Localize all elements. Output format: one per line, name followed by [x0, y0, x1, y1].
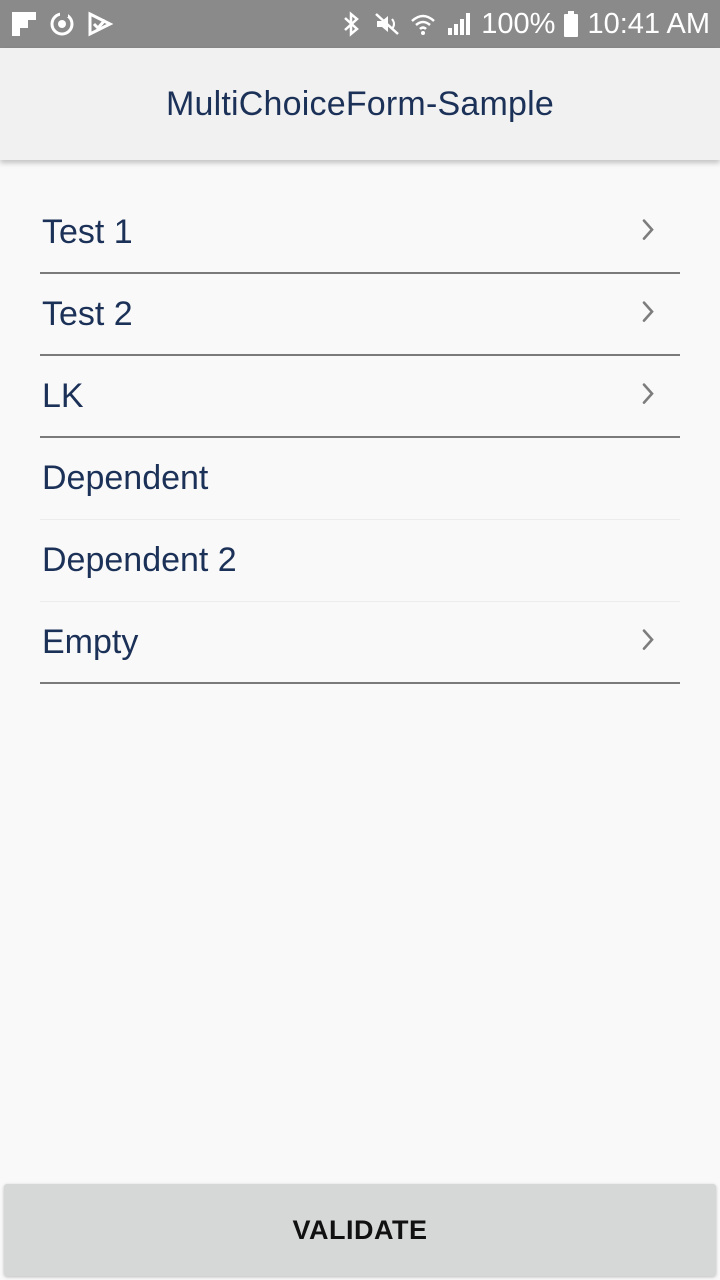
bluetooth-icon — [344, 11, 360, 37]
clock: 10:41 AM — [587, 7, 710, 40]
chevron-right-icon — [642, 629, 654, 650]
chevron-right-icon — [642, 383, 654, 404]
list-item-lk[interactable]: LK — [40, 356, 680, 438]
list-item-label: LK — [42, 376, 84, 415]
page-title: MultiChoiceForm-Sample — [166, 84, 554, 123]
list-item-label: Test 1 — [42, 212, 133, 251]
list-item-label: Test 2 — [42, 294, 133, 333]
signal-icon — [448, 13, 471, 35]
form-list: Test 1 Test 2 LK Dependent Dependent 2 E… — [40, 192, 680, 684]
check-flag-icon — [88, 11, 114, 37]
list-item-empty[interactable]: Empty — [40, 602, 680, 684]
list-item-dependent-2: Dependent 2 — [40, 520, 680, 602]
mute-icon — [375, 13, 400, 35]
sync-icon — [50, 11, 74, 36]
validate-button[interactable]: VALIDATE — [4, 1184, 716, 1276]
list-item-dependent: Dependent — [40, 438, 680, 520]
wifi-icon — [411, 14, 436, 35]
flipboard-icon — [12, 12, 36, 36]
list-item-label: Empty — [42, 622, 139, 661]
chevron-right-icon — [642, 219, 654, 240]
list-item-test-2[interactable]: Test 2 — [40, 274, 680, 356]
status-left-icons — [10, 10, 114, 38]
battery-icon — [564, 11, 579, 37]
status-bar: 100% 10:41 AM — [0, 0, 720, 48]
list-item-label: Dependent — [42, 459, 209, 497]
list-item-test-1[interactable]: Test 1 — [40, 192, 680, 274]
app-bar: MultiChoiceForm-Sample — [0, 48, 720, 160]
battery-percentage: 100% — [481, 7, 556, 40]
list-item-label: Dependent 2 — [42, 541, 237, 579]
chevron-right-icon — [642, 301, 654, 322]
status-right-group: 100% 10:41 AM — [337, 8, 710, 41]
